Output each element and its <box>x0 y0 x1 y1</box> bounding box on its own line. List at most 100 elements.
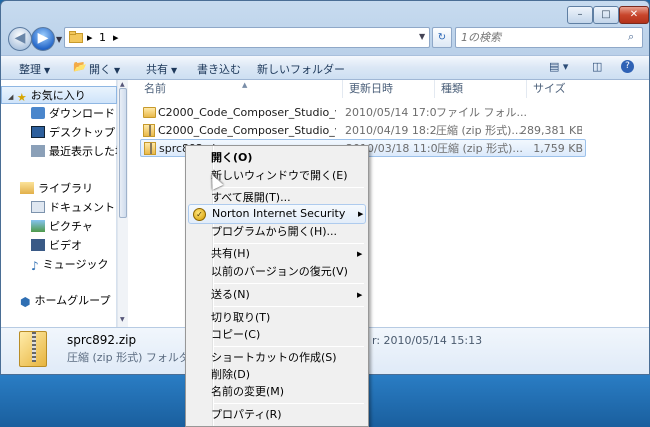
breadcrumb-folder-1[interactable]: 1 <box>99 31 106 44</box>
sidebar-item-downloads[interactable]: ダウンロード <box>1 105 117 123</box>
menu-item-open-with[interactable]: プログラムから開く(H)... <box>188 222 366 242</box>
norton-icon: ✓ <box>193 208 206 221</box>
column-header-type[interactable]: 種類 <box>435 80 527 98</box>
search-icon[interactable]: ⌕ <box>628 30 634 44</box>
file-name: C2000_Code_Composer_Studio_v3.3... <box>158 124 336 137</box>
details-date: r: 2010/05/14 15:13 <box>372 334 483 347</box>
sidebar-item-pictures[interactable]: ピクチャ <box>1 218 117 236</box>
sidebar-item-music[interactable]: ♪ ミュージック <box>1 256 117 274</box>
burn-button[interactable]: 書き込む <box>197 61 241 77</box>
sidebar-item-desktop[interactable]: デスクトップ <box>1 124 117 142</box>
navigation-scrollbar[interactable]: ▲ ▼ <box>117 80 128 327</box>
navigation-row: ◀ ▶ ▼ ▸ 1 ▸ ▼ ↻ ⌕ <box>1 25 649 55</box>
submenu-arrow-icon: ▶ <box>357 291 363 299</box>
scroll-down-arrow[interactable]: ▼ <box>120 316 125 323</box>
sidebar-item-label: ライブラリ <box>38 182 93 195</box>
menu-separator <box>214 306 364 307</box>
view-options-icon[interactable]: ▤ ▾ <box>549 60 568 73</box>
file-size: 1,759 KB <box>533 142 583 155</box>
library-icon <box>20 182 34 194</box>
address-history-dropdown[interactable]: ▼ <box>419 32 425 41</box>
collapse-arrow-icon[interactable]: ◢ <box>8 93 13 101</box>
breadcrumb-separator[interactable]: ▸ <box>87 31 93 44</box>
preview-pane-icon[interactable]: ◫ <box>592 60 602 73</box>
sidebar-item-recent-places[interactable]: 最近表示した場所 <box>1 143 117 161</box>
menu-separator <box>214 403 364 404</box>
menu-item-norton[interactable]: ✓ Norton Internet Security ▶ <box>188 204 366 224</box>
menu-item-restore-previous-versions[interactable]: 以前のバージョンの復元(V) <box>188 262 366 282</box>
breadcrumb-separator[interactable]: ▸ <box>113 31 119 44</box>
menu-item-open[interactable]: 開く(O) <box>188 148 366 168</box>
refresh-button[interactable]: ↻ <box>432 27 452 48</box>
scrollbar-thumb[interactable] <box>119 88 127 218</box>
close-button[interactable]: ✕ <box>619 6 649 24</box>
file-type: ファイル フォル... <box>436 106 527 119</box>
folder-icon <box>69 31 83 46</box>
forward-button[interactable]: ▶ <box>31 27 55 51</box>
share-menu[interactable]: 共有 ▼ <box>146 61 177 77</box>
help-icon[interactable]: ? <box>621 60 634 73</box>
file-modified: 2010/05/14 17:01 <box>345 106 437 119</box>
file-row[interactable]: C2000_Code_Composer_Studio_v3.3... 2010/… <box>140 122 586 140</box>
zip-folder-icon <box>143 124 155 137</box>
minimize-button[interactable]: – <box>567 6 593 24</box>
search-box[interactable]: ⌕ <box>455 27 643 48</box>
menu-item-send-to[interactable]: 送る(N) ▶ <box>188 285 366 305</box>
sidebar-item-label: ピクチャ <box>49 220 93 233</box>
file-row[interactable]: C2000_Code_Composer_Studio_v3.3... 2010/… <box>140 104 586 122</box>
file-size: 289,381 KB <box>520 124 582 137</box>
sidebar-item-videos[interactable]: ビデオ <box>1 237 117 255</box>
sidebar-item-libraries[interactable]: ライブラリ <box>1 180 117 198</box>
details-file-type: 圧縮 (zip 形式) フォルダー <box>67 351 201 364</box>
scroll-up-arrow[interactable]: ▲ <box>120 81 125 88</box>
search-input[interactable] <box>456 28 616 47</box>
organize-menu[interactable]: 整理 ▼ <box>19 61 50 77</box>
recent-places-icon <box>31 145 45 157</box>
menu-item-copy[interactable]: コピー(C) <box>188 325 366 345</box>
sidebar-item-favorites[interactable]: ◢ ★ お気に入り <box>1 86 117 104</box>
menu-item-rename[interactable]: 名前の変更(M) <box>188 382 366 402</box>
sidebar-item-label: ドキュメント <box>49 201 115 214</box>
menu-item-label: Norton Internet Security <box>212 207 346 220</box>
details-file-name: sprc892.zip <box>67 333 137 347</box>
desktop-icon <box>31 126 45 138</box>
zip-folder-large-icon <box>19 331 47 367</box>
recent-pages-dropdown[interactable]: ▼ <box>56 35 62 44</box>
column-header-size[interactable]: サイズ <box>527 80 607 98</box>
sidebar-item-label: デスクトップ <box>49 126 115 139</box>
column-header-name[interactable]: 名前 ▲ <box>138 80 343 98</box>
folder-icon <box>143 107 156 118</box>
file-type: 圧縮 (zip 形式)... <box>436 124 522 137</box>
address-bar[interactable]: ▸ 1 ▸ ▼ <box>64 27 430 48</box>
open-menu[interactable]: 開く ▼ <box>89 61 120 77</box>
pictures-icon <box>31 220 45 232</box>
sidebar-item-label: ミュージック <box>42 258 109 271</box>
submenu-arrow-icon: ▶ <box>358 210 364 218</box>
menu-item-share[interactable]: 共有(H) ▶ <box>188 244 366 264</box>
sidebar-item-label: ホームグループ <box>34 294 111 307</box>
submenu-arrow-icon: ▶ <box>357 250 363 258</box>
sidebar-item-label: お気に入り <box>30 89 86 102</box>
maximize-button[interactable]: □ <box>593 6 619 24</box>
back-button[interactable]: ◀ <box>8 27 32 51</box>
menu-item-properties[interactable]: プロパティ(R) <box>188 405 366 425</box>
new-folder-button[interactable]: 新しいフォルダー <box>257 61 345 77</box>
sidebar-item-homegroup[interactable]: ⬢ ホームグループ <box>1 292 117 310</box>
videos-icon <box>31 239 45 251</box>
folder-open-icon: 📂 <box>73 60 87 73</box>
title-bar: – □ ✕ <box>1 1 649 25</box>
menu-item-label: 共有(H) <box>211 247 250 260</box>
file-modified: 2010/04/19 18:23 <box>345 124 437 137</box>
sidebar-item-label: ビデオ <box>49 239 82 252</box>
sort-ascending-icon: ▲ <box>242 81 248 89</box>
download-folder-icon <box>31 107 45 119</box>
star-icon: ★ <box>16 91 27 104</box>
menu-separator <box>214 283 364 284</box>
command-bar: 整理 ▼ 📂 開く ▼ 共有 ▼ 書き込む 新しいフォルダー ▤ ▾ ◫ ? <box>1 55 649 80</box>
column-header-modified[interactable]: 更新日時 <box>343 80 435 98</box>
menu-separator <box>214 346 364 347</box>
sidebar-item-label: ダウンロード <box>49 107 115 120</box>
homegroup-icon: ⬢ <box>20 295 31 309</box>
sidebar-item-documents[interactable]: ドキュメント <box>1 199 117 217</box>
sidebar-item-label: 最近表示した場所 <box>49 145 117 158</box>
